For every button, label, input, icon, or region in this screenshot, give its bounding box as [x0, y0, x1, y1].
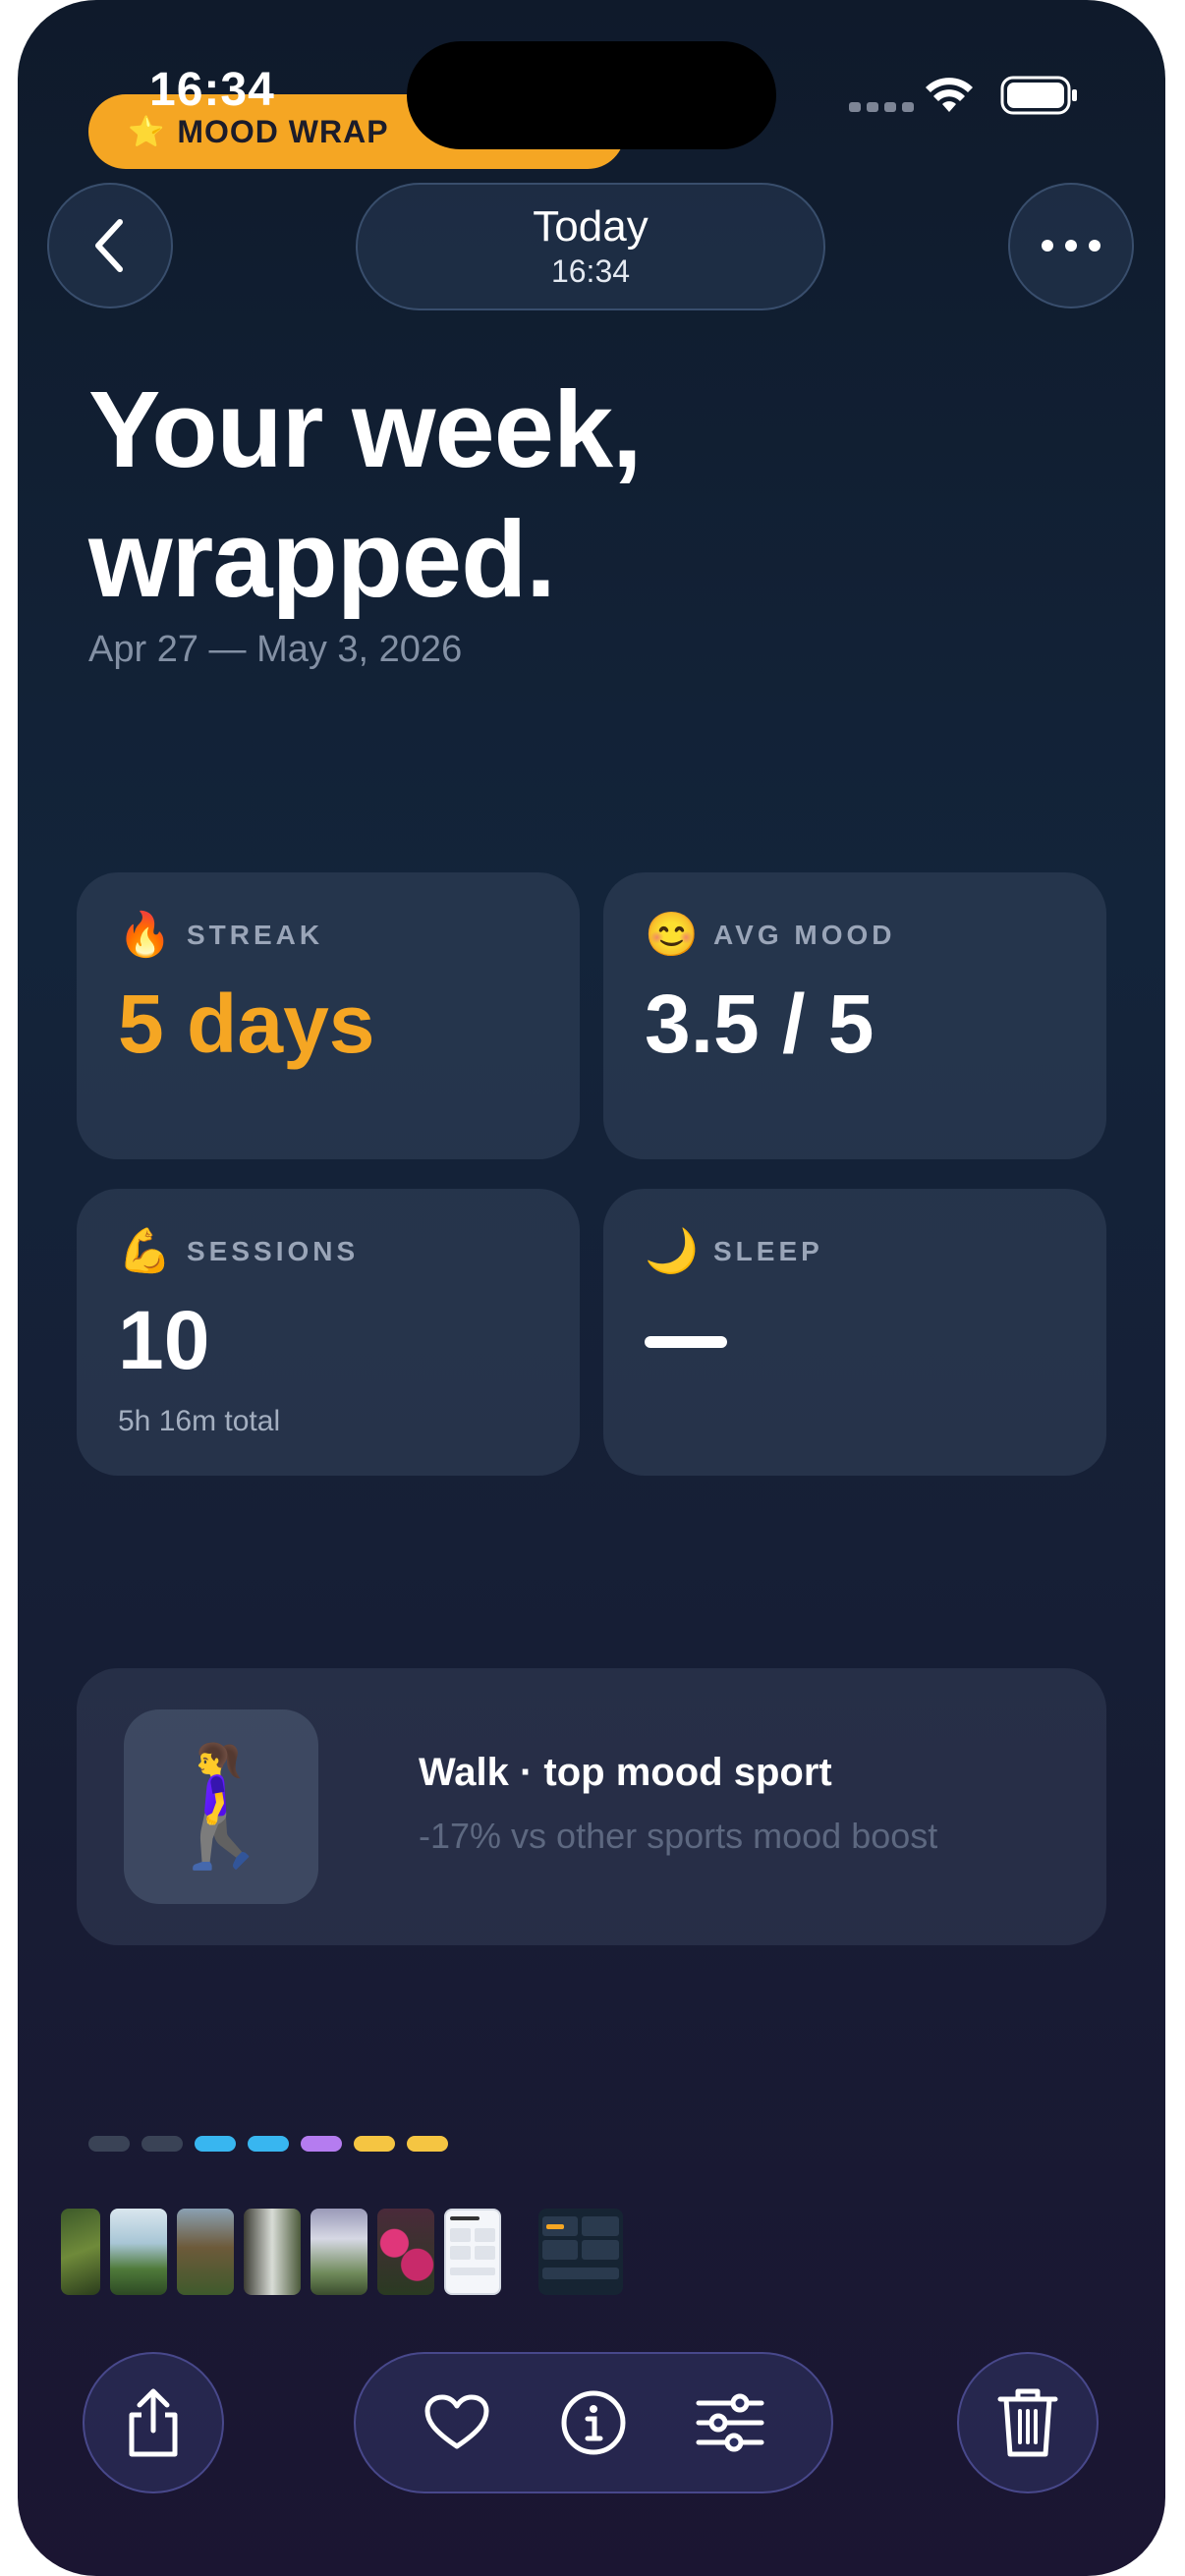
- sessions-card: 💪 SESSIONS 10 5h 16m total: [77, 1189, 580, 1476]
- thumbnail-dark-app-screenshot[interactable]: [538, 2209, 623, 2295]
- top-sport-card[interactable]: 🚶‍♀️ Walk · top mood sport -17% vs other…: [77, 1668, 1106, 1945]
- page-dot[interactable]: [407, 2136, 448, 2152]
- title-line-2: wrapped.: [88, 499, 556, 620]
- header-title: Today: [533, 202, 649, 251]
- top-sport-title: Walk · top mood sport: [419, 1751, 832, 1794]
- page-dot[interactable]: [248, 2136, 289, 2152]
- thumbnail-strip[interactable]: [61, 2209, 623, 2295]
- wifi-icon: [924, 75, 975, 119]
- flexed-arm-icon: 💪: [118, 1227, 172, 1275]
- streak-label: STREAK: [187, 920, 324, 950]
- action-bar: [354, 2352, 833, 2493]
- page-dot[interactable]: [88, 2136, 130, 2152]
- ellipsis-icon: [1042, 240, 1100, 252]
- info-button[interactable]: [549, 2379, 638, 2467]
- page-dot[interactable]: [354, 2136, 395, 2152]
- smile-icon: 😊: [645, 911, 699, 959]
- phone-screen: ⭐ MOOD WRAP 16:34 Today 16:34 Your week,…: [18, 0, 1165, 2576]
- fire-icon: 🔥: [118, 911, 172, 959]
- title-line-1: Your week,: [88, 369, 643, 490]
- share-button[interactable]: [83, 2352, 224, 2493]
- status-time: 16:34: [149, 64, 275, 116]
- thumbnail-app-screenshot[interactable]: [444, 2209, 501, 2295]
- banner-label: MOOD WRAP: [177, 113, 389, 149]
- sleep-label: SLEEP: [713, 1236, 823, 1266]
- thumbnail-falls[interactable]: [310, 2209, 367, 2295]
- back-button[interactable]: [47, 183, 173, 308]
- sessions-value: 10: [118, 1294, 210, 1386]
- avg-mood-value: 3.5 / 5: [645, 978, 875, 1070]
- delete-button[interactable]: [957, 2352, 1099, 2493]
- streak-card: 🔥 STREAK 5 days: [77, 872, 580, 1159]
- share-icon: [129, 2388, 178, 2457]
- streak-value: 5 days: [118, 978, 375, 1070]
- date-range: Apr 27 — May 3, 2026: [88, 629, 463, 670]
- trash-icon: [997, 2388, 1058, 2457]
- page-dot[interactable]: [141, 2136, 183, 2152]
- star-icon: ⭐: [128, 115, 166, 148]
- avg-mood-card: 😊 AVG MOOD 3.5 / 5: [603, 872, 1106, 1159]
- dynamic-island: [407, 41, 776, 149]
- cellular-signal-icon: [849, 102, 914, 112]
- thumbnail-blossoms[interactable]: [377, 2209, 434, 2295]
- heart-icon: [424, 2394, 489, 2449]
- page-title: Your week, wrapped.: [88, 365, 643, 625]
- more-button[interactable]: [1008, 183, 1134, 308]
- thumbnail-waterfall[interactable]: [177, 2209, 234, 2295]
- sessions-label: SESSIONS: [187, 1236, 360, 1266]
- sessions-total: 5h 16m total: [118, 1405, 281, 1437]
- header-time: 16:34: [550, 253, 631, 289]
- sliders-icon: [696, 2393, 764, 2452]
- favorite-button[interactable]: [413, 2379, 501, 2467]
- chevron-left-icon: [95, 219, 123, 272]
- thumbnail-cascade[interactable]: [244, 2209, 301, 2295]
- info-icon: [561, 2390, 626, 2455]
- sleep-card: 🌙 SLEEP: [603, 1189, 1106, 1476]
- sleep-empty-value: [645, 1336, 727, 1348]
- moon-icon: 🌙: [645, 1227, 699, 1275]
- page-indicator[interactable]: [88, 2136, 448, 2152]
- date-selector[interactable]: Today 16:34: [356, 183, 825, 310]
- thumbnail-leaf[interactable]: [61, 2209, 100, 2295]
- adjust-button[interactable]: [686, 2379, 774, 2467]
- avg-mood-label: AVG MOOD: [713, 920, 896, 950]
- walking-icon: 🚶‍♀️: [124, 1709, 318, 1904]
- page-dot[interactable]: [195, 2136, 236, 2152]
- top-sport-subtitle: -17% vs other sports mood boost: [419, 1816, 938, 1856]
- thumbnail-flower[interactable]: [110, 2209, 167, 2295]
- battery-icon: [1000, 75, 1079, 121]
- page-dot[interactable]: [301, 2136, 342, 2152]
